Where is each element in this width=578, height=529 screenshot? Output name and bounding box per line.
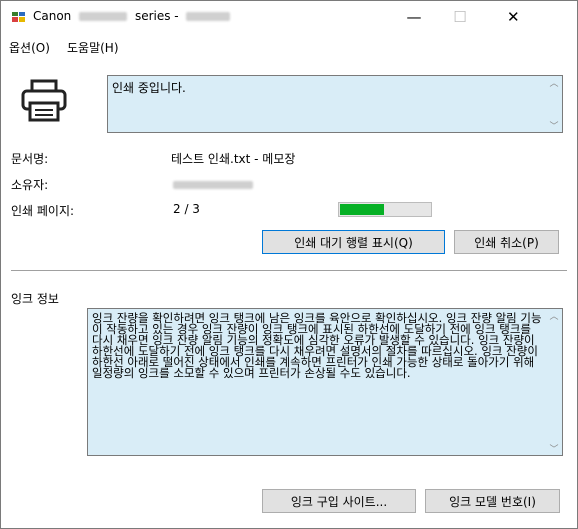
owner-label: 소유자: — [11, 178, 49, 192]
ink-purchase-site-button[interactable]: 잉크 구입 사이트... — [262, 489, 416, 513]
section-divider — [11, 270, 567, 271]
redacted-model — [79, 12, 128, 21]
status-message: 인쇄 중입니다. — [112, 81, 186, 95]
title-series: series - — [134, 9, 179, 23]
menu-help[interactable]: 도움말(H) — [67, 39, 119, 56]
printer-icon — [21, 79, 67, 122]
close-button[interactable]: ✕ — [483, 1, 577, 33]
ink-scrollbar[interactable]: ︿ ﹀ — [546, 309, 562, 455]
ink-info-heading: 잉크 정보 — [11, 292, 59, 306]
document-label: 문서명: — [11, 152, 49, 166]
printer-status-window: Canon series - — ☐ ✕ 옵션(O) 도움말(H) 인쇄 중입니… — [0, 0, 578, 529]
redacted-port — [186, 12, 231, 21]
chevron-up-icon[interactable]: ︿ — [549, 76, 558, 89]
minimize-button[interactable]: — — [391, 1, 437, 33]
menu-options[interactable]: 옵션(O) — [9, 39, 50, 56]
status-message-box[interactable]: 인쇄 중입니다. ︿ ﹀ — [107, 75, 563, 133]
maximize-button[interactable]: ☐ — [437, 1, 483, 33]
chevron-up-icon[interactable]: ︿ — [549, 309, 558, 322]
pages-label: 인쇄 페이지: — [11, 204, 75, 218]
cancel-print-button[interactable]: 인쇄 취소(P) — [454, 230, 559, 254]
progress-fill — [340, 204, 384, 215]
ink-info-message: 잉크 잔량을 확인하려면 잉크 탱크에 남은 잉크를 육안으로 확인하십시오. … — [92, 311, 542, 380]
pages-value: 2 / 3 — [173, 202, 200, 216]
chevron-down-icon[interactable]: ﹀ — [549, 119, 558, 132]
title-brand: Canon — [33, 9, 72, 23]
show-queue-button[interactable]: 인쇄 대기 행렬 표시(Q) — [262, 230, 445, 254]
title-bar[interactable]: Canon series - — ☐ ✕ — [1, 1, 577, 33]
document-value: 테스트 인쇄.txt - 메모장 — [171, 152, 296, 166]
ink-info-box[interactable]: 잉크 잔량을 확인하려면 잉크 탱크에 남은 잉크를 육안으로 확인하십시오. … — [87, 308, 563, 456]
window-title: Canon series - — [33, 9, 234, 23]
canon-app-icon — [12, 12, 25, 22]
chevron-down-icon[interactable]: ﹀ — [549, 442, 558, 455]
ink-model-number-button[interactable]: 잉크 모델 번호(I) — [425, 489, 560, 513]
print-progress-bar — [338, 202, 432, 217]
status-scrollbar[interactable]: ︿ ﹀ — [546, 76, 562, 132]
menu-bar: 옵션(O) 도움말(H) — [1, 37, 577, 57]
owner-value-redacted — [173, 181, 253, 189]
